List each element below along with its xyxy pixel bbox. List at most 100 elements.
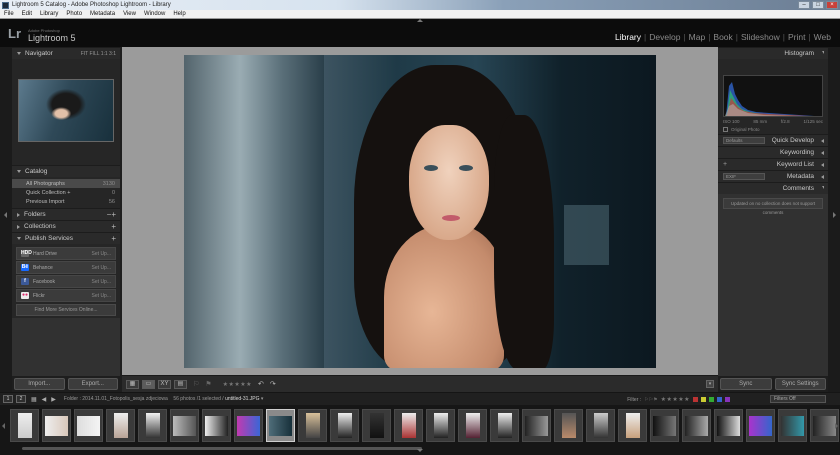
publish-service-hard-drive[interactable]: HDD Hard Drive Set Up... <box>16 247 116 260</box>
module-library[interactable]: Library <box>612 32 644 42</box>
filmstrip-scroll-right-icon[interactable] <box>835 423 838 429</box>
folders-header[interactable]: Folders −+ <box>12 208 120 220</box>
left-panel-toggle-icon[interactable] <box>4 212 7 218</box>
filmstrip-source-path[interactable]: Folder : 2014.11.01_Fotopolis_sesja zdje… <box>64 396 264 402</box>
filmstrip-thumbnail[interactable] <box>650 409 679 442</box>
publish-setup-button[interactable]: Set Up... <box>92 251 111 257</box>
menu-view[interactable]: View <box>119 11 140 17</box>
catalog-item-quick-collection[interactable]: Quick Collection + 0 <box>12 188 120 197</box>
collections-header[interactable]: Collections + <box>12 220 120 232</box>
toolbar-options-dropdown-icon[interactable]: ▾ <box>706 380 714 388</box>
top-panel-toggle-icon[interactable] <box>417 19 423 22</box>
sync-button[interactable]: Sync <box>720 378 772 390</box>
publish-add-icon[interactable]: + <box>111 234 116 243</box>
filmstrip-thumbnail[interactable] <box>522 409 551 442</box>
keywording-header[interactable]: Keywording <box>718 146 828 158</box>
grid-view-button[interactable]: ▦ <box>126 379 139 389</box>
publish-setup-button[interactable]: Set Up... <box>92 293 111 299</box>
filmstrip-thumbnail[interactable] <box>682 409 711 442</box>
compare-view-button[interactable]: XY <box>158 379 171 389</box>
filmstrip-thumbnail[interactable] <box>394 409 423 442</box>
menu-metadata[interactable]: Metadata <box>86 11 119 17</box>
publish-setup-button[interactable]: Set Up... <box>92 265 111 271</box>
filmstrip-thumbnail[interactable] <box>490 409 519 442</box>
back-arrow-icon[interactable]: ◀ <box>42 396 47 403</box>
navigator-preview[interactable] <box>12 59 120 165</box>
catalog-item-previous-import[interactable]: Previous Import 56 <box>12 197 120 206</box>
filmstrip-thumbnail[interactable] <box>170 409 199 442</box>
bottom-panel-toggle-icon[interactable] <box>417 449 423 452</box>
filmstrip-thumbnail[interactable] <box>234 409 263 442</box>
find-more-services-button[interactable]: Find More Services Online... <box>16 304 116 316</box>
menu-file[interactable]: File <box>0 11 18 17</box>
rotate-right-icon[interactable]: ↷ <box>270 380 276 388</box>
color-label-blue[interactable] <box>717 397 722 402</box>
grid-icon[interactable]: ▦ <box>31 396 37 403</box>
filmstrip-thumbnail[interactable] <box>138 409 167 442</box>
navigator-header[interactable]: Navigator FIT FILL 1:1 3:1 <box>12 47 120 59</box>
module-map[interactable]: Map <box>686 32 709 42</box>
import-button[interactable]: Import... <box>14 378 65 390</box>
filmstrip-thumbnail[interactable] <box>10 409 39 442</box>
filmstrip-thumbnail[interactable] <box>778 409 807 442</box>
publish-setup-button[interactable]: Set Up... <box>92 279 111 285</box>
flag-reject-icon[interactable]: ⚑ <box>205 380 211 388</box>
module-slideshow[interactable]: Slideshow <box>738 32 783 42</box>
filmstrip-thumbnail[interactable] <box>106 409 135 442</box>
publish-service-flickr[interactable]: ●● Flickr Set Up... <box>16 289 116 302</box>
collections-add-icon[interactable]: + <box>111 222 116 231</box>
folders-add-icon[interactable]: −+ <box>107 210 116 219</box>
filmstrip-thumbnail[interactable] <box>554 409 583 442</box>
module-print[interactable]: Print <box>785 32 808 42</box>
menu-help[interactable]: Help <box>169 11 189 17</box>
export-button[interactable]: Export... <box>67 378 118 390</box>
maximize-button[interactable]: □ <box>812 1 824 9</box>
menu-library[interactable]: Library <box>36 11 62 17</box>
main-photo-preview[interactable] <box>184 55 656 368</box>
sync-settings-button[interactable]: Sync Settings <box>774 378 826 390</box>
keyword-add-icon[interactable]: + <box>723 161 727 168</box>
metadata-preset-select[interactable]: EXIF <box>723 173 765 180</box>
color-label-green[interactable] <box>709 397 714 402</box>
survey-view-button[interactable]: ▤ <box>174 379 187 389</box>
star-rating[interactable]: ★★★★★ <box>223 381 252 388</box>
rotate-left-icon[interactable]: ↶ <box>258 380 264 388</box>
menu-window[interactable]: Window <box>140 11 169 17</box>
filmstrip-thumbnail[interactable] <box>458 409 487 442</box>
star-filter[interactable]: ★★★★★ <box>661 396 690 403</box>
filmstrip-thumbnail[interactable] <box>746 409 775 442</box>
right-panel-toggle-icon[interactable] <box>833 212 836 218</box>
close-button[interactable]: × <box>826 1 838 9</box>
module-book[interactable]: Book <box>710 32 735 42</box>
color-label-yellow[interactable] <box>701 397 706 402</box>
menu-edit[interactable]: Edit <box>18 11 36 17</box>
filmstrip-thumbnail[interactable] <box>426 409 455 442</box>
filmstrip-thumbnail[interactable] <box>362 409 391 442</box>
quick-develop-header[interactable]: Defaults Quick Develop <box>718 134 828 146</box>
right-panel-edge[interactable] <box>828 47 840 392</box>
original-photo-checkbox[interactable] <box>723 127 728 132</box>
publish-services-header[interactable]: Publish Services + <box>12 232 120 244</box>
histogram-graph[interactable] <box>723 75 823 117</box>
keyword-list-header[interactable]: + Keyword List <box>718 158 828 170</box>
module-web[interactable]: Web <box>811 32 834 42</box>
left-panel-edge[interactable] <box>0 47 12 392</box>
filter-preset-select[interactable]: Filters Off <box>770 395 826 403</box>
comments-header[interactable]: Comments <box>718 182 828 194</box>
metadata-header[interactable]: EXIF Metadata <box>718 170 828 182</box>
publish-service-facebook[interactable]: f Facebook Set Up... <box>16 275 116 288</box>
loupe-view-button[interactable]: ▭ <box>142 379 155 389</box>
catalog-header[interactable]: Catalog <box>12 165 120 177</box>
forward-arrow-icon[interactable]: ▶ <box>51 396 56 403</box>
filmstrip-scroll-left-icon[interactable] <box>2 423 5 429</box>
filmstrip-thumbnail[interactable] <box>74 409 103 442</box>
filmstrip-thumbnail-selected[interactable] <box>266 409 295 442</box>
filmstrip-thumbnail[interactable] <box>586 409 615 442</box>
color-label-red[interactable] <box>693 397 698 402</box>
filmstrip-thumbnail[interactable] <box>298 409 327 442</box>
filmstrip-scrollbar[interactable] <box>22 447 422 450</box>
histogram-header[interactable]: Histogram <box>718 47 828 59</box>
filmstrip-thumbnail[interactable] <box>202 409 231 442</box>
primary-window-button[interactable]: 1 <box>3 395 13 403</box>
filmstrip-thumbnail[interactable] <box>618 409 647 442</box>
